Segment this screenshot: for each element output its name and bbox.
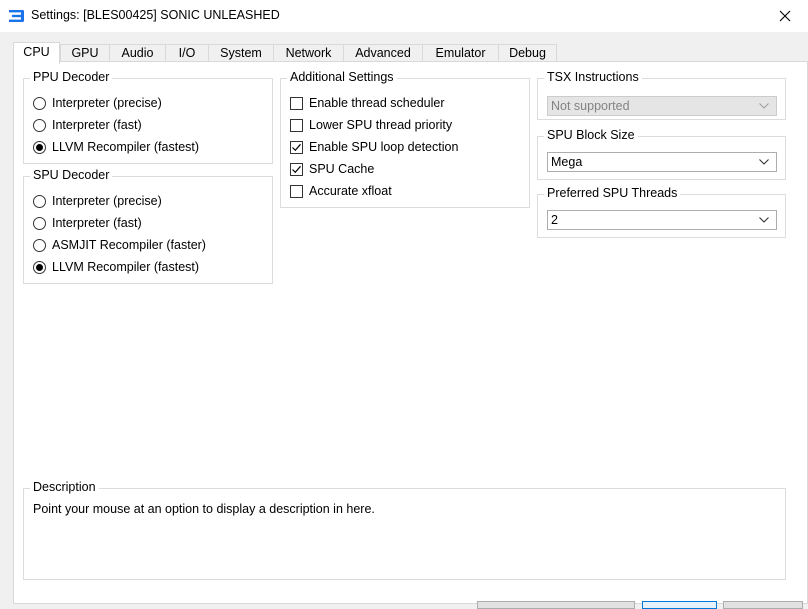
checkbox-label: Enable thread scheduler	[309, 96, 445, 110]
description-title: Description	[30, 480, 99, 494]
checkbox-checked[interactable]	[290, 140, 303, 154]
ppu-option-llvm[interactable]: LLVM Recompiler (fastest)	[33, 138, 199, 156]
additional-settings-title: Additional Settings	[287, 70, 397, 84]
ppu-decoder-group: PPU Decoder Interpreter (precise) Interp…	[23, 70, 273, 164]
ppu-option-interpreter-precise[interactable]: Interpreter (precise)	[33, 94, 162, 112]
cpu-settings-panel: PPU Decoder Interpreter (precise) Interp…	[13, 61, 808, 604]
ppu-option-interpreter-fast[interactable]: Interpreter (fast)	[33, 116, 142, 134]
radio-button[interactable]	[33, 216, 46, 230]
bottom-button-default[interactable]	[642, 601, 717, 609]
radio-label: Interpreter (precise)	[52, 96, 162, 110]
lower-spu-priority-checkbox-row[interactable]: Lower SPU thread priority	[290, 116, 452, 134]
ppu-decoder-title: PPU Decoder	[30, 70, 113, 84]
accurate-xfloat-checkbox-row[interactable]: Accurate xfloat	[290, 182, 392, 200]
dropdown-value: Mega	[551, 155, 583, 169]
tsx-instructions-group: TSX Instructions Not supported	[537, 70, 786, 120]
dropdown-value: 2	[551, 213, 558, 227]
spu-block-size-group: SPU Block Size Mega	[537, 128, 786, 180]
checkmark-icon	[292, 143, 301, 151]
radio-button[interactable]	[33, 194, 46, 208]
tsx-instructions-dropdown[interactable]: Not supported	[547, 96, 777, 116]
preferred-spu-threads-group: Preferred SPU Threads 2	[537, 186, 786, 238]
window-title: Settings: [BLES00425] SONIC UNLEASHED	[31, 8, 280, 22]
radio-label: Interpreter (precise)	[52, 194, 162, 208]
tsx-instructions-title: TSX Instructions	[544, 70, 642, 84]
spu-option-asmjit[interactable]: ASMJIT Recompiler (faster)	[33, 236, 206, 254]
radio-button[interactable]	[33, 96, 46, 110]
radio-button-selected[interactable]	[33, 260, 46, 274]
radio-label: ASMJIT Recompiler (faster)	[52, 238, 206, 252]
description-text: Point your mouse at an option to display…	[33, 502, 375, 516]
spu-option-interpreter-precise[interactable]: Interpreter (precise)	[33, 192, 162, 210]
description-group: Description Point your mouse at an optio…	[23, 480, 786, 580]
chevron-down-icon	[759, 103, 769, 109]
app-logo-icon	[9, 10, 24, 22]
radio-label: LLVM Recompiler (fastest)	[52, 260, 200, 274]
radio-label: LLVM Recompiler (fastest)	[52, 140, 200, 154]
tab-cpu[interactable]: CPU	[13, 42, 60, 64]
checkbox[interactable]	[290, 118, 303, 132]
radio-label: Interpreter (fast)	[52, 118, 142, 132]
radio-button[interactable]	[33, 238, 46, 252]
checkbox-label: SPU Cache	[309, 162, 375, 176]
close-icon	[779, 10, 791, 22]
checkbox[interactable]	[290, 184, 303, 198]
spu-cache-checkbox-row[interactable]: SPU Cache	[290, 160, 374, 178]
checkbox-checked[interactable]	[290, 162, 303, 176]
checkbox-label: Enable SPU loop detection	[309, 140, 459, 154]
radio-button-selected[interactable]	[33, 140, 46, 154]
checkbox[interactable]	[290, 96, 303, 110]
dropdown-value: Not supported	[551, 99, 630, 113]
close-button[interactable]	[762, 0, 808, 32]
spu-option-llvm[interactable]: LLVM Recompiler (fastest)	[33, 258, 199, 276]
bottom-button[interactable]	[477, 601, 635, 609]
preferred-spu-threads-title: Preferred SPU Threads	[544, 186, 681, 200]
radio-button[interactable]	[33, 118, 46, 132]
thread-scheduler-checkbox-row[interactable]: Enable thread scheduler	[290, 94, 445, 112]
spu-option-interpreter-fast[interactable]: Interpreter (fast)	[33, 214, 142, 232]
spu-loop-detection-checkbox-row[interactable]: Enable SPU loop detection	[290, 138, 458, 156]
additional-settings-group: Additional Settings Enable thread schedu…	[280, 70, 530, 208]
checkbox-label: Lower SPU thread priority	[309, 118, 453, 132]
spu-decoder-title: SPU Decoder	[30, 168, 113, 182]
title-bar: Settings: [BLES00425] SONIC UNLEASHED	[0, 0, 808, 32]
preferred-spu-threads-dropdown[interactable]: 2	[547, 210, 777, 230]
bottom-button[interactable]	[723, 601, 803, 609]
spu-block-size-dropdown[interactable]: Mega	[547, 152, 777, 172]
chevron-down-icon	[759, 217, 769, 223]
chevron-down-icon	[759, 159, 769, 165]
checkbox-label: Accurate xfloat	[309, 184, 392, 198]
radio-label: Interpreter (fast)	[52, 216, 142, 230]
checkmark-icon	[292, 165, 301, 173]
spu-decoder-group: SPU Decoder Interpreter (precise) Interp…	[23, 168, 273, 284]
spu-block-size-title: SPU Block Size	[544, 128, 638, 142]
